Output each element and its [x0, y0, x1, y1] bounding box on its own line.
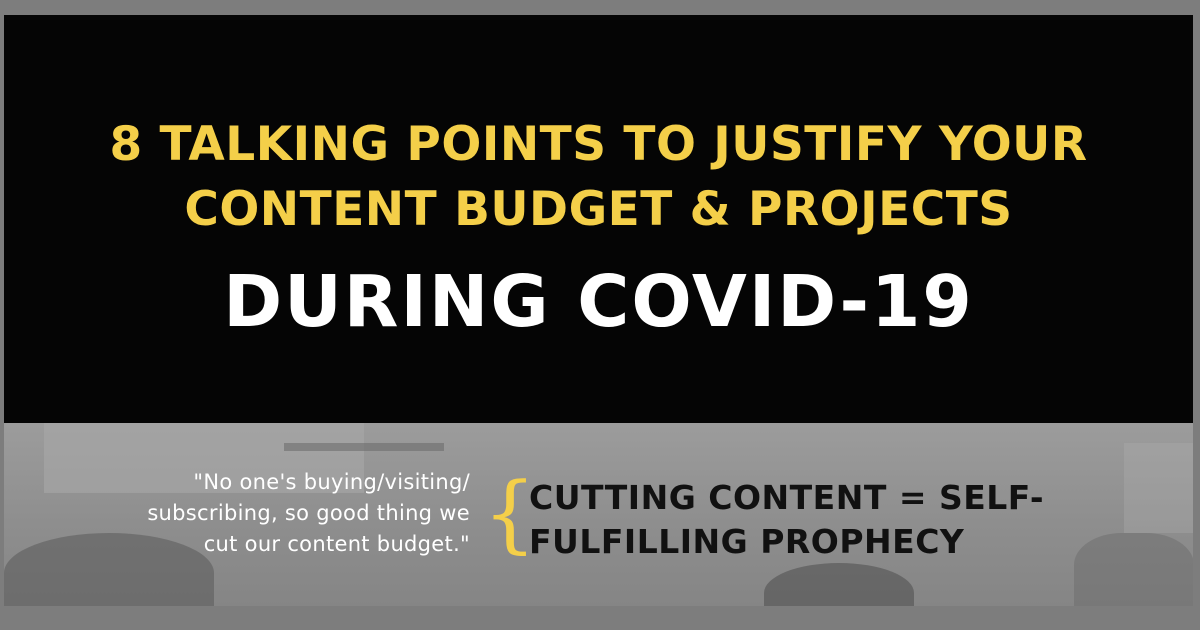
photo-blur-shape — [1124, 443, 1193, 533]
quote-line-3: cut our content budget." — [203, 532, 470, 556]
tagline: CUTTING CONTENT = SELF- FULFILLING PROPH… — [529, 476, 1044, 564]
quote-line-1: "No one's buying/visiting/ — [193, 470, 470, 494]
tagline-line-1: CUTTING CONTENT = SELF- — [529, 478, 1045, 517]
photo-blur-shape — [284, 443, 444, 451]
title-line-3: DURING COVID-19 — [223, 260, 974, 343]
photo-blur-shape — [1074, 533, 1193, 606]
title-line-2: CONTENT BUDGET & PROJECTS — [184, 182, 1013, 237]
tagline-line-2: FULFILLING PROPHECY — [529, 522, 965, 561]
quote-text: "No one's buying/visiting/ subscribing, … — [30, 467, 470, 560]
title-header: 8 TALKING POINTS TO JUSTIFY YOUR CONTENT… — [4, 15, 1193, 423]
quote-line-2: subscribing, so good thing we — [147, 501, 470, 525]
title-line-1: 8 TALKING POINTS TO JUSTIFY YOUR — [109, 117, 1088, 172]
photo-blur-shape — [764, 563, 914, 606]
